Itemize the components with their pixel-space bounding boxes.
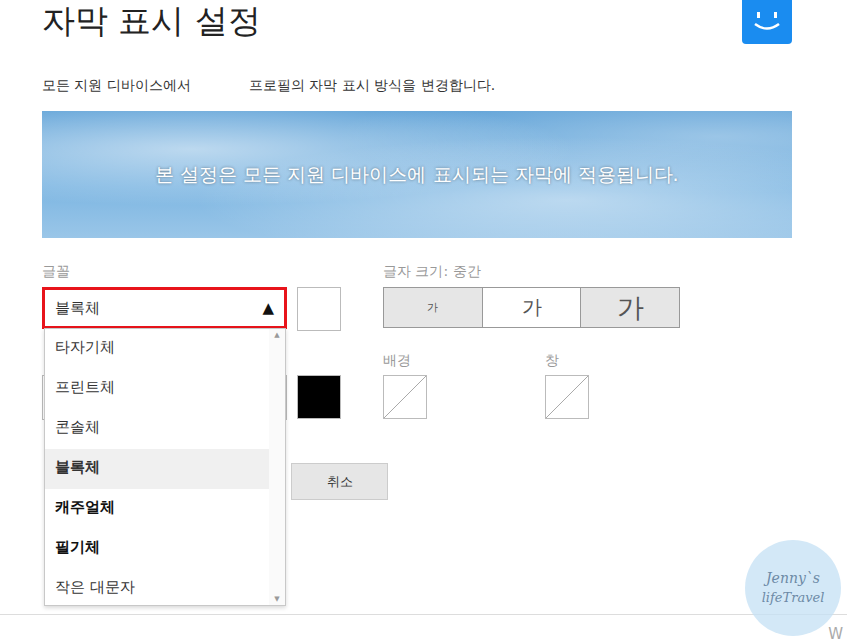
font-options-list: 타자기체프린트체콘솔체블록체캐주얼체필기체작은 대문자▲▼: [44, 328, 286, 606]
description: 모든 지원 디바이스에서 프로필의 자막 표시 방식을 변경합니다.: [42, 75, 792, 95]
profile-icon[interactable]: [742, 0, 792, 44]
font-option[interactable]: 필기체: [45, 529, 269, 569]
description-start: 모든 지원 디바이스에서: [42, 75, 191, 95]
window-label: 창: [545, 351, 589, 369]
watermark: Jenny`slifeTravel: [745, 540, 841, 636]
size-option[interactable]: 가: [483, 288, 582, 327]
footer-text: W: [828, 625, 847, 643]
size-option[interactable]: 가: [581, 288, 679, 327]
footer: W: [0, 614, 847, 643]
page-title: 자막 표시 설정: [42, 0, 261, 42]
size-selector: 가가가: [383, 287, 680, 328]
list-scrollbar[interactable]: ▲▼: [269, 329, 285, 605]
preview-text: 본 설정은 모든 지원 디바이스에 표시되는 자막에 적용됩니다.: [155, 162, 678, 188]
empty-swatch-icon: [546, 376, 588, 418]
size-option[interactable]: 가: [384, 288, 483, 327]
watermark-line: lifeTravel: [762, 588, 825, 608]
background-swatch[interactable]: [383, 375, 427, 419]
font-option[interactable]: 캐주얼체: [45, 489, 269, 529]
font-option[interactable]: 블록체: [45, 449, 269, 489]
font-select[interactable]: 블록체 ▲: [42, 287, 287, 329]
watermark-line: Jenny`s: [766, 568, 820, 588]
subtitle-settings-page: 자막 표시 설정모든 지원 디바이스에서 프로필의 자막 표시 방식을 변경합니다…: [0, 0, 847, 643]
smiley-icon: [742, 0, 792, 44]
scroll-up-icon[interactable]: ▲: [274, 329, 279, 341]
header: 자막 표시 설정: [42, 0, 792, 50]
empty-swatch-icon: [384, 376, 426, 418]
text-color-swatch[interactable]: [297, 287, 341, 331]
font-label: 글꼴: [42, 262, 342, 280]
font-option[interactable]: 프린트체: [45, 369, 269, 409]
arrow-icon: ▲: [262, 299, 274, 317]
preview-banner: 본 설정은 모든 지원 디바이스에 표시되는 자막에 적용됩니다.: [42, 111, 792, 238]
font-option[interactable]: 콘솔체: [45, 409, 269, 449]
shadow-color-swatch[interactable]: [297, 375, 341, 419]
font-row: 글꼴블록체▲타자기체프린트체콘솔체블록체캐주얼체필기체작은 대문자▲▼글자 크기…: [42, 262, 792, 331]
font-option[interactable]: 작은 대문자: [45, 569, 269, 609]
window-swatch[interactable]: [545, 375, 589, 419]
scroll-down-icon[interactable]: ▼: [274, 593, 279, 605]
background-label: 배경: [383, 351, 427, 369]
size-label: 글자 크기: 중간: [383, 262, 680, 280]
cancel-button[interactable]: 취소: [291, 463, 388, 500]
description-end: 프로필의 자막 표시 방식을 변경합니다.: [249, 75, 495, 95]
font-value: 블록체: [55, 299, 100, 318]
font-option[interactable]: 타자기체: [45, 329, 269, 369]
